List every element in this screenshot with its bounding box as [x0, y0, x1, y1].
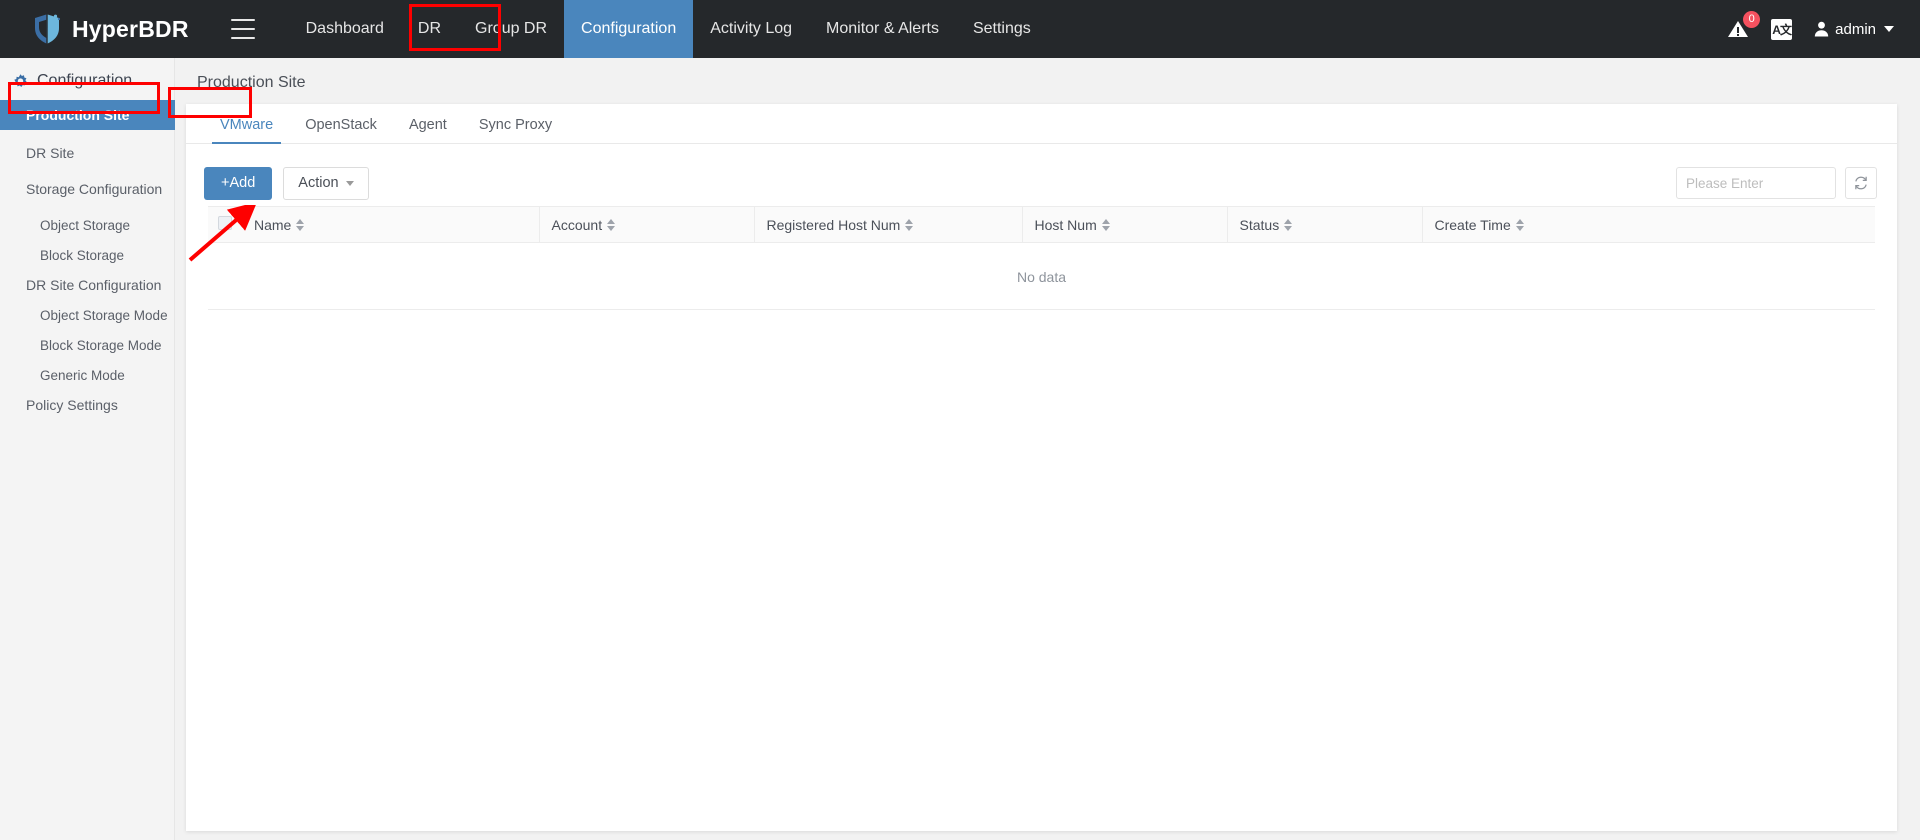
shield-icon [35, 14, 61, 44]
sidebar-item-production-site[interactable]: Production Site [0, 100, 190, 130]
data-table-wrapper: Name Account Registered Host Num Host Nu… [186, 206, 1897, 310]
column-header-name[interactable]: Name [242, 206, 540, 243]
nav-item-activity-log[interactable]: Activity Log [693, 0, 809, 58]
nav-item-dr[interactable]: DR [401, 0, 458, 58]
search-box[interactable] [1676, 167, 1863, 199]
sidebar-item-policy-settings[interactable]: Policy Settings [0, 390, 174, 420]
refresh-button[interactable] [1845, 167, 1877, 199]
column-header-host-num[interactable]: Host Num [1022, 206, 1228, 243]
select-all-cell [208, 206, 242, 243]
tab-bar: VMware OpenStack Agent Sync Proxy [186, 104, 1897, 144]
action-dropdown-label: Action [298, 175, 339, 191]
alerts-badge-count: 0 [1743, 11, 1761, 28]
column-label-name: Name [254, 216, 292, 233]
sort-icon[interactable] [607, 218, 616, 231]
column-label-account: Account [551, 216, 603, 233]
sidebar-item-block-storage[interactable]: Block Storage [0, 240, 174, 270]
nav-item-dashboard[interactable]: Dashboard [289, 0, 401, 58]
alerts-button[interactable]: 0 [1727, 11, 1761, 40]
column-header-registered-host-num[interactable]: Registered Host Num [754, 206, 1023, 243]
brand-logo[interactable]: HyperBDR [32, 13, 189, 45]
top-navigation-bar: HyperBDR Dashboard DR Group DR Configura… [0, 0, 1920, 58]
sidebar-item-generic-mode[interactable]: Generic Mode [0, 360, 174, 390]
main-nav-list: Dashboard DR Group DR Configuration Acti… [289, 0, 1048, 58]
action-dropdown-button[interactable]: Action [283, 166, 369, 200]
sidebar-title: Configuration [0, 58, 174, 100]
sidebar-item-object-storage-mode[interactable]: Object Storage Mode [0, 300, 174, 330]
column-label-host-num: Host Num [1034, 216, 1097, 233]
user-menu[interactable]: admin [1814, 21, 1894, 38]
table-toolbar: +Add Action [186, 144, 1897, 206]
tab-sync-proxy[interactable]: Sync Proxy [463, 117, 568, 143]
table-header: Name Account Registered Host Num Host Nu… [208, 206, 1875, 243]
nav-item-configuration[interactable]: Configuration [564, 0, 694, 58]
column-label-registered-host-num: Registered Host Num [766, 216, 901, 233]
sidebar: Configuration Production Site DR Site St… [0, 58, 190, 840]
column-header-create-time[interactable]: Create Time [1422, 206, 1875, 243]
user-icon [1814, 21, 1829, 37]
sort-icon[interactable] [1101, 218, 1110, 231]
nav-right-actions: 0 A文 admin [1727, 11, 1894, 40]
nav-item-monitor-alerts[interactable]: Monitor & Alerts [809, 0, 956, 58]
search-input[interactable] [1686, 175, 1863, 191]
sort-icon[interactable] [1515, 218, 1524, 231]
content-area: Production Site VMware OpenStack Agent S… [175, 58, 1920, 840]
sort-icon[interactable] [296, 218, 305, 231]
sort-icon[interactable] [1284, 218, 1293, 231]
language-switch-icon[interactable]: A文 [1771, 18, 1793, 40]
user-name-label: admin [1835, 20, 1876, 38]
sort-icon[interactable] [905, 218, 914, 231]
sidebar-item-dr-site-configuration[interactable]: DR Site Configuration [0, 270, 174, 300]
tab-vmware[interactable]: VMware [204, 117, 289, 144]
toolbar-right-group [1676, 167, 1877, 199]
brand-name: HyperBDR [72, 15, 189, 42]
content-card: VMware OpenStack Agent Sync Proxy +Add A… [186, 104, 1897, 831]
tab-agent[interactable]: Agent [393, 117, 463, 143]
production-site-table: Name Account Registered Host Num Host Nu… [208, 206, 1875, 310]
column-header-status[interactable]: Status [1227, 206, 1423, 243]
sidebar-title-label: Configuration [37, 72, 133, 89]
table-body: No data [208, 242, 1875, 310]
column-label-status: Status [1239, 216, 1280, 233]
sidebar-item-block-storage-mode[interactable]: Block Storage Mode [0, 330, 174, 360]
refresh-icon [1855, 176, 1867, 190]
tab-openstack[interactable]: OpenStack [289, 117, 393, 143]
chevron-down-icon [345, 180, 354, 186]
nav-item-settings[interactable]: Settings [956, 0, 1048, 58]
page-title: Production Site [197, 74, 306, 91]
sidebar-item-object-storage[interactable]: Object Storage [0, 210, 174, 240]
select-all-checkbox[interactable] [218, 216, 232, 230]
empty-state-text: No data [208, 242, 1875, 310]
hamburger-icon[interactable] [230, 19, 255, 39]
gear-icon [14, 73, 27, 87]
column-header-account[interactable]: Account [539, 206, 755, 243]
nav-item-group-dr[interactable]: Group DR [458, 0, 564, 58]
table-header-row: Name Account Registered Host Num Host Nu… [208, 206, 1875, 243]
column-label-create-time: Create Time [1434, 216, 1511, 233]
add-button[interactable]: +Add [204, 166, 273, 200]
sidebar-item-dr-site[interactable]: DR Site [0, 138, 174, 168]
sidebar-item-storage-configuration[interactable]: Storage Configuration [0, 174, 174, 204]
table-empty-row: No data [208, 242, 1875, 310]
chevron-down-icon [1884, 26, 1894, 32]
